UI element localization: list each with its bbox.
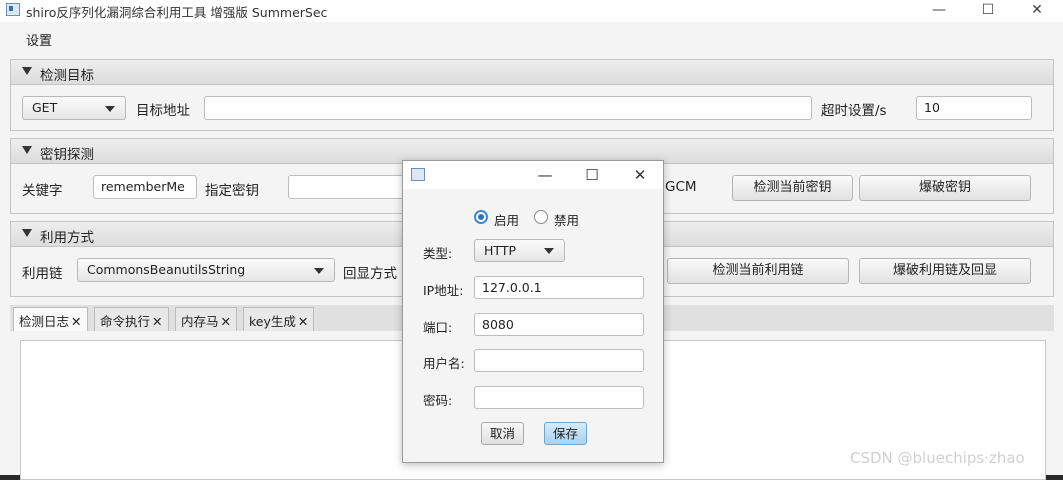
- section-title-key: 密钥探测: [40, 147, 94, 163]
- tab-label: key生成: [249, 314, 296, 329]
- title-bar: shiro反序列化漏洞综合利用工具 增强版 SummerSec — ☐ ✕: [0, 0, 1063, 22]
- dialog-maximize-button[interactable]: ☐: [577, 164, 607, 186]
- type-label: 类型:: [423, 246, 453, 261]
- bruteforce-chain-button[interactable]: 爆破利用链及回显: [859, 258, 1031, 284]
- tab-label: 命令执行: [100, 314, 151, 329]
- method-select[interactable]: GET: [22, 96, 126, 120]
- chain-select-value: CommonsBeanutilsString: [87, 262, 246, 277]
- proxy-type-select[interactable]: HTTP: [474, 239, 565, 262]
- username-label: 用户名:: [423, 356, 465, 371]
- collapse-arrow-icon: [22, 146, 32, 154]
- keyword-input[interactable]: rememberMe: [93, 175, 197, 199]
- menu-settings[interactable]: 设置: [26, 30, 52, 49]
- method-select-value: GET: [32, 100, 58, 115]
- chevron-down-icon: [105, 106, 115, 112]
- tab-label: 内存马: [181, 314, 219, 329]
- dialog-close-button[interactable]: ✕: [625, 164, 655, 186]
- proxy-dialog: — ☐ ✕ 启用 禁用 类型: HTTP IP地址: 127.0.0.1 端口:…: [402, 160, 664, 463]
- disable-label: 禁用: [554, 213, 580, 228]
- cancel-button[interactable]: 取消: [481, 422, 524, 445]
- enable-radio[interactable]: [474, 210, 488, 224]
- timeout-label: 超时设置/s: [821, 103, 887, 119]
- app-icon: [6, 3, 20, 16]
- echo-label: 回显方式: [343, 266, 397, 282]
- chain-label: 利用链: [22, 266, 63, 282]
- password-input[interactable]: [474, 386, 644, 409]
- minimize-button[interactable]: —: [916, 0, 962, 22]
- dialog-minimize-button[interactable]: —: [530, 164, 560, 186]
- password-label: 密码:: [423, 393, 453, 408]
- close-button[interactable]: ✕: [1014, 0, 1060, 22]
- close-icon[interactable]: ✕: [71, 314, 81, 329]
- ip-label: IP地址:: [423, 283, 464, 298]
- collapse-arrow-icon: [22, 229, 32, 237]
- ip-input[interactable]: 127.0.0.1: [474, 276, 644, 299]
- port-label: 端口:: [423, 320, 453, 335]
- section-title-target: 检测目标: [40, 68, 94, 84]
- close-icon[interactable]: ✕: [221, 314, 231, 329]
- collapse-arrow-icon: [22, 67, 32, 75]
- key-label: 指定密钥: [205, 183, 259, 199]
- maximize-button[interactable]: ☐: [965, 0, 1011, 22]
- window-title: shiro反序列化漏洞综合利用工具 增强版 SummerSec: [26, 5, 328, 20]
- section-body-target: GET 目标地址 超时设置/s 10: [10, 85, 1054, 131]
- keyword-label: 关键字: [22, 183, 63, 199]
- port-input[interactable]: 8080: [474, 313, 644, 336]
- close-icon[interactable]: ✕: [152, 314, 162, 329]
- gcm-label: GCM: [665, 179, 697, 195]
- url-label: 目标地址: [136, 103, 190, 119]
- proxy-type-value: HTTP: [484, 243, 516, 258]
- timeout-input[interactable]: 10: [916, 96, 1032, 120]
- tab-command-exec[interactable]: 命令执行 ✕: [94, 307, 169, 331]
- chain-select[interactable]: CommonsBeanutilsString: [77, 258, 335, 282]
- tab-key-gen[interactable]: key生成 ✕: [243, 307, 315, 331]
- section-title-exploit: 利用方式: [40, 230, 94, 246]
- menu-bar: 设置: [0, 26, 1063, 50]
- disable-radio[interactable]: [534, 210, 548, 224]
- detect-chain-button[interactable]: 检测当前利用链: [667, 258, 849, 284]
- app-icon: [411, 168, 425, 181]
- detect-key-button[interactable]: 检测当前密钥: [732, 175, 853, 201]
- tab-label: 检测日志: [19, 314, 70, 329]
- bruteforce-key-button[interactable]: 爆破密钥: [859, 175, 1031, 201]
- close-icon[interactable]: ✕: [298, 314, 308, 329]
- chevron-down-icon: [544, 248, 554, 254]
- watermark: CSDN @bluechips·zhao: [850, 449, 1025, 467]
- tab-detect-log[interactable]: 检测日志 ✕: [13, 307, 88, 331]
- username-input[interactable]: [474, 349, 644, 372]
- enable-label: 启用: [494, 213, 520, 228]
- dialog-title-bar: — ☐ ✕: [403, 161, 663, 189]
- save-button[interactable]: 保存: [544, 422, 587, 445]
- tab-memshell[interactable]: 内存马 ✕: [175, 307, 237, 331]
- url-input[interactable]: [204, 96, 812, 120]
- chevron-down-icon: [314, 268, 324, 274]
- section-header-target[interactable]: 检测目标: [10, 59, 1054, 85]
